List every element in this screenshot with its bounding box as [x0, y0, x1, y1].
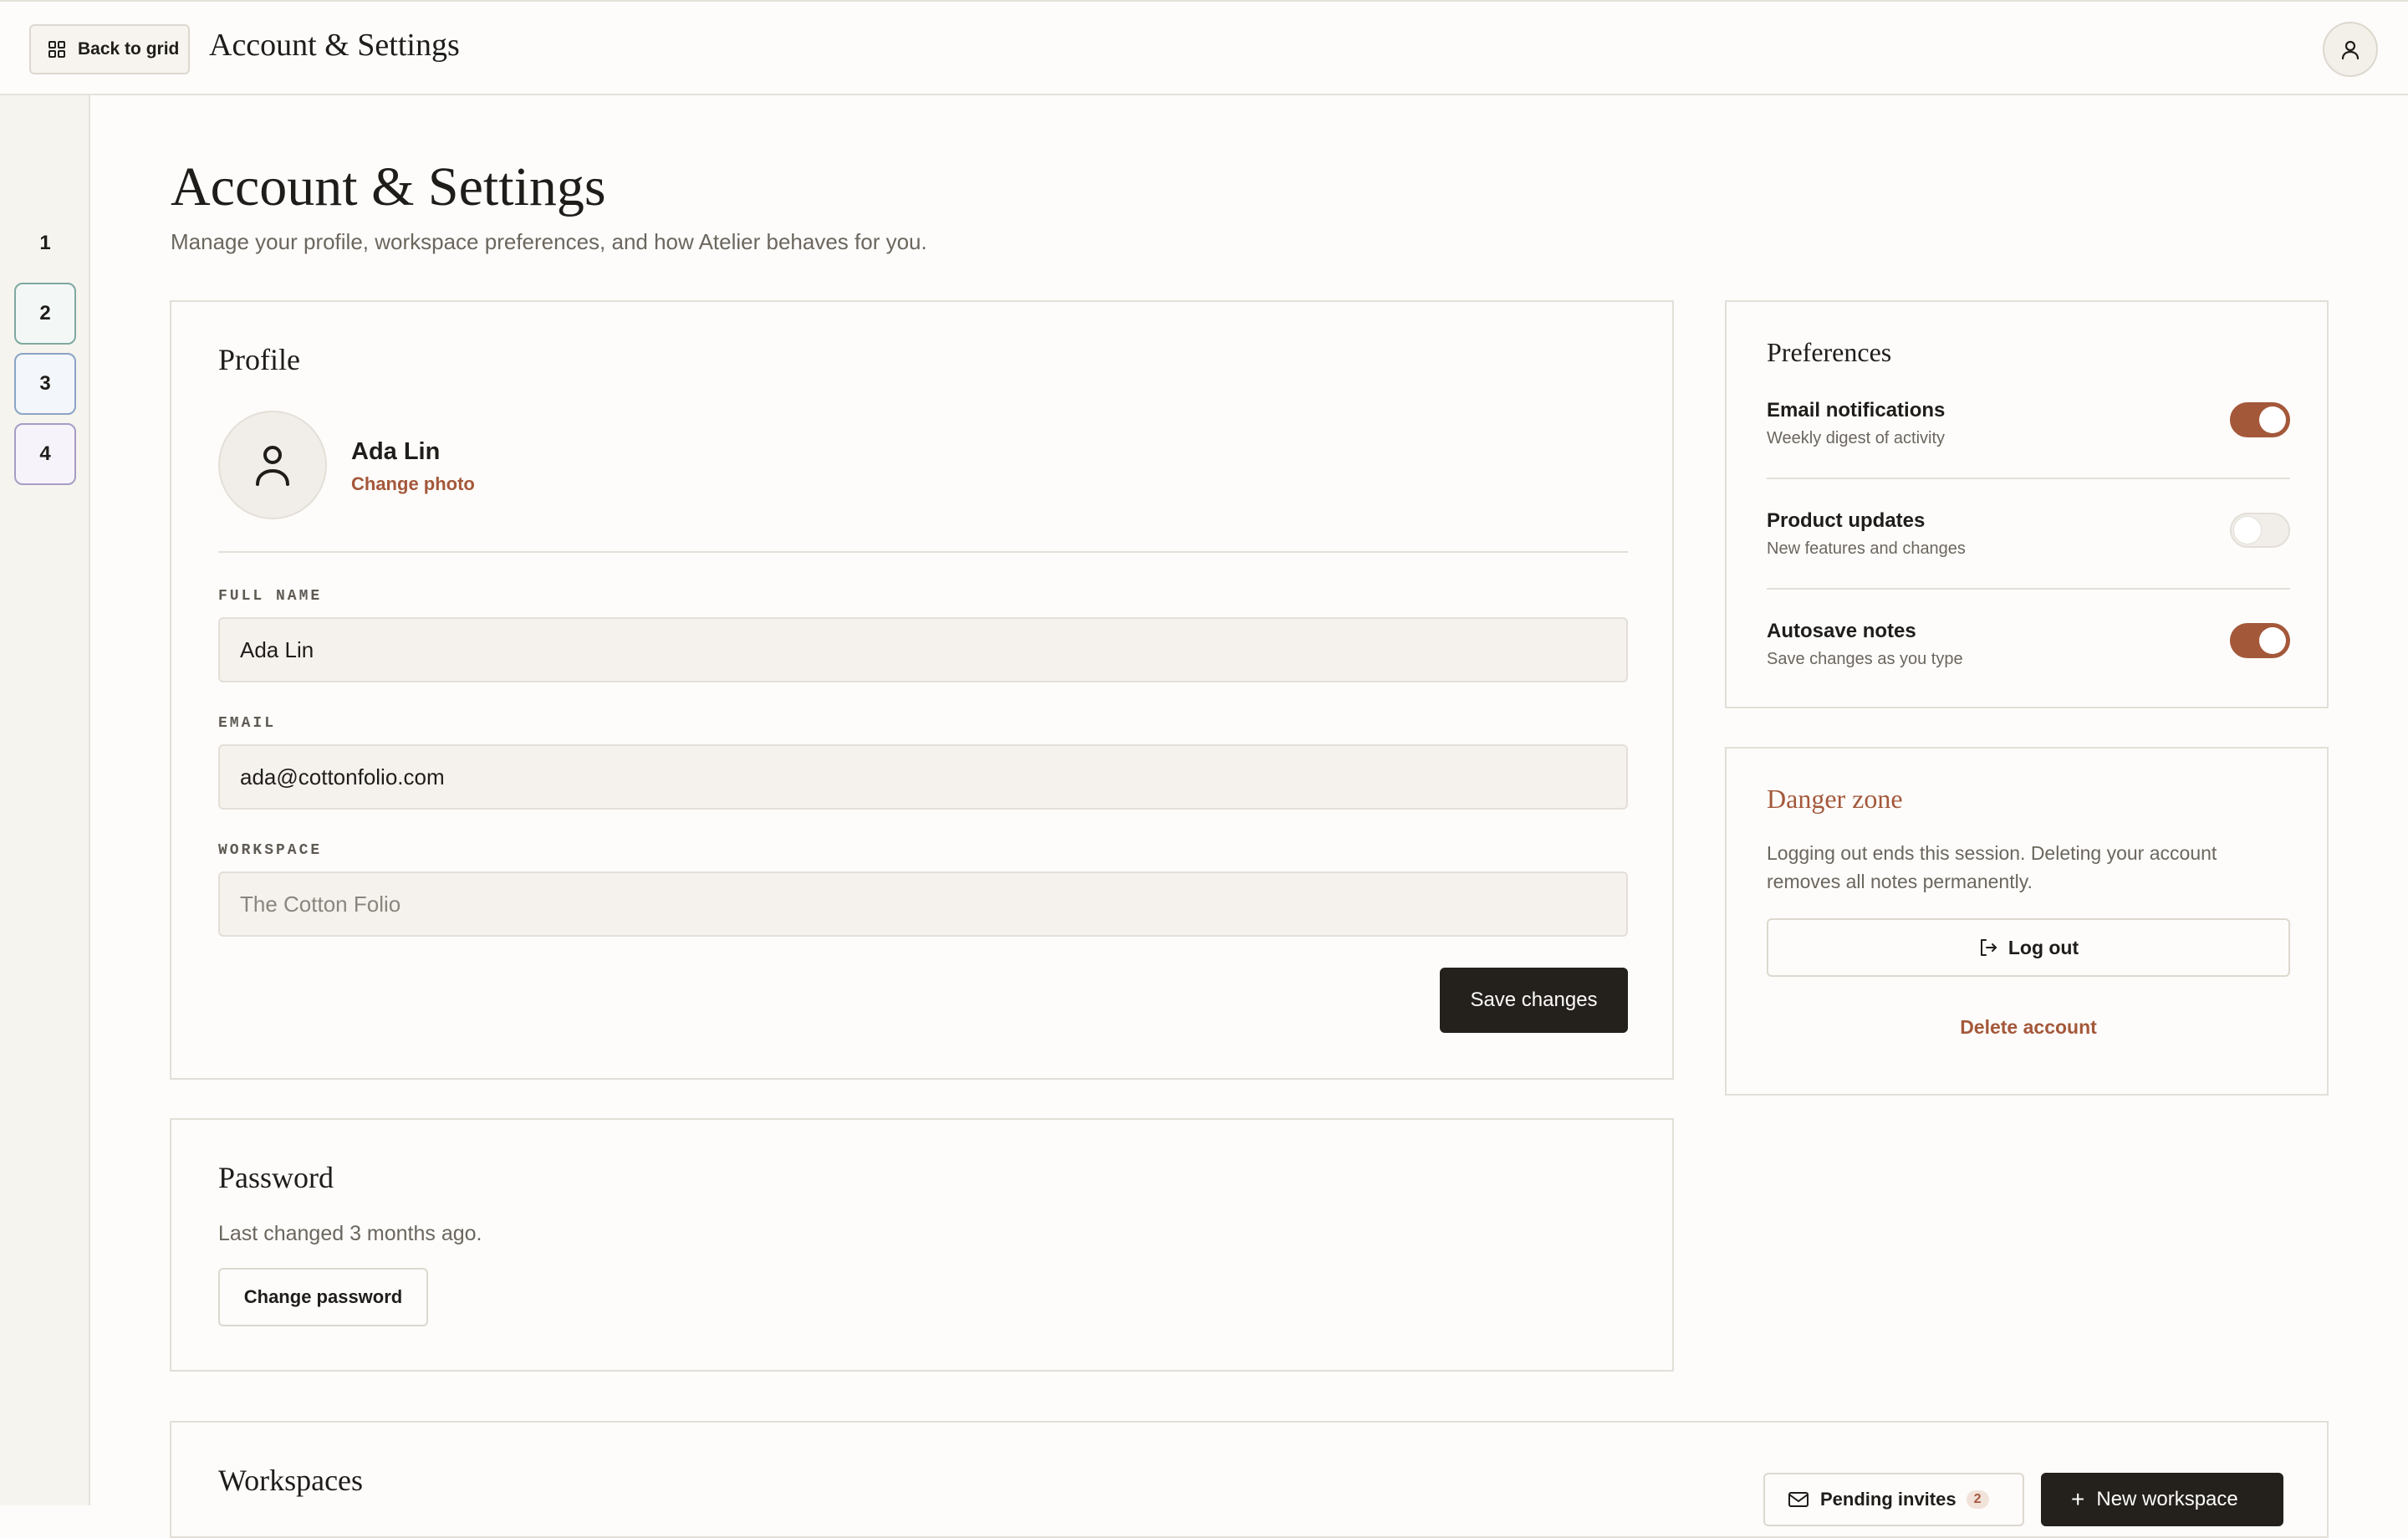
new-workspace-button[interactable]: + New workspace [2041, 1473, 2283, 1526]
profile-name: Ada Lin [351, 438, 441, 465]
full-name-label: FULL NAME [218, 588, 323, 605]
rail-item-3[interactable]: 3 [14, 353, 76, 415]
danger-zone-card: Danger zone Logging out ends this sessio… [1725, 747, 2329, 1096]
toggle-knob [2259, 627, 2286, 654]
invites-count-badge: 2 [1966, 1490, 1989, 1509]
password-title: Password [218, 1161, 334, 1194]
divider [1767, 588, 2290, 590]
product-updates-toggle[interactable] [2230, 513, 2290, 548]
pref-row-email-notifications: Email notifications Weekly digest of act… [1767, 399, 2290, 448]
back-to-grid-button[interactable]: Back to grid [29, 24, 190, 74]
pref-row-product-updates: Product updates New features and changes [1767, 509, 2290, 559]
user-menu-button[interactable] [2323, 22, 2378, 77]
email-notifications-toggle[interactable] [2230, 402, 2290, 437]
workspaces-title: Workspaces [218, 1464, 364, 1497]
email-label: EMAIL [218, 715, 277, 732]
pref-label: Email notifications [1767, 399, 1946, 422]
workspaces-card: Workspaces Pending invites 2 + New works… [170, 1421, 2329, 1538]
user-icon [2339, 38, 2361, 60]
profile-title: Profile [218, 343, 300, 376]
log-out-icon [1978, 938, 2008, 958]
pending-invites-button[interactable]: Pending invites 2 [1763, 1473, 2024, 1526]
full-name-field[interactable]: Ada Lin [218, 617, 1628, 682]
rail-item-1[interactable]: 1 [14, 212, 76, 274]
top-bar: Back to grid Account & Settings [0, 0, 2408, 95]
divider [218, 551, 1628, 553]
rail-item-4[interactable]: 4 [14, 423, 76, 485]
plus-icon: + [2071, 1486, 2085, 1512]
danger-zone-description: Logging out ends this session. Deleting … [1767, 842, 2217, 892]
profile-card: Profile Ada Lin Change photo FULL NAME A… [170, 300, 1674, 1080]
preferences-title: Preferences [1767, 337, 1892, 367]
password-status: Last changed 3 months ago. [218, 1222, 482, 1245]
page-title: Account & Settings [171, 156, 606, 217]
mail-icon [1788, 1491, 1820, 1508]
change-photo-link[interactable]: Change photo [351, 473, 475, 495]
autosave-notes-toggle[interactable] [2230, 623, 2290, 658]
log-out-label: Log out [2008, 936, 2079, 958]
user-icon [253, 443, 292, 487]
avatar[interactable] [218, 411, 327, 519]
password-card: Password Last changed 3 months ago. Chan… [170, 1118, 1674, 1372]
preferences-card: Preferences Email notifications Weekly d… [1725, 300, 2329, 708]
new-workspace-label: New workspace [2096, 1488, 2238, 1510]
email-field[interactable]: ada@cottonfolio.com [218, 744, 1628, 810]
divider [1767, 478, 2290, 479]
toggle-knob [2259, 406, 2286, 433]
pref-description: Weekly digest of activity [1767, 429, 1946, 447]
pending-invites-label: Pending invites [1820, 1489, 1956, 1510]
danger-zone-title: Danger zone [1767, 784, 1903, 814]
workspace-label: WORKSPACE [218, 842, 323, 859]
rail-item-2[interactable]: 2 [14, 283, 76, 345]
toggle-knob [2234, 517, 2261, 544]
back-to-grid-label: Back to grid [78, 39, 180, 59]
save-changes-button[interactable]: Save changes [1440, 968, 1628, 1033]
pref-label: Product updates [1767, 509, 1926, 532]
page-subtitle: Manage your profile, workspace preferenc… [171, 229, 927, 254]
workspace-field[interactable]: The Cotton Folio [218, 871, 1628, 937]
pref-description: Save changes as you type [1767, 650, 1963, 668]
app-title: Account & Settings [209, 28, 460, 63]
change-password-button[interactable]: Change password [218, 1268, 428, 1326]
log-out-button[interactable]: Log out [1767, 918, 2290, 977]
delete-account-link[interactable]: Delete account [1767, 1016, 2290, 1039]
grid-icon [48, 40, 78, 59]
pref-label: Autosave notes [1767, 620, 1916, 642]
pref-description: New features and changes [1767, 539, 1966, 558]
page-rail: 1 2 3 4 [0, 95, 90, 1505]
pref-row-autosave-notes: Autosave notes Save changes as you type [1767, 620, 2290, 669]
